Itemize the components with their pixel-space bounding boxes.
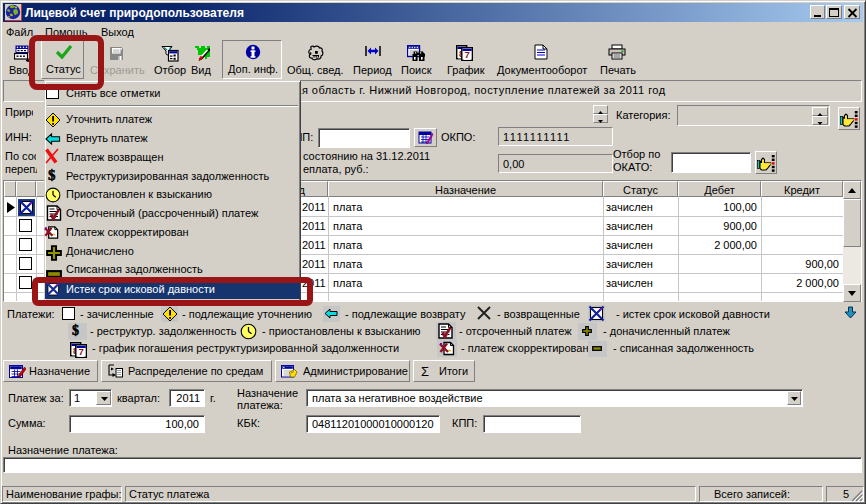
svg-text:7: 7 <box>79 346 84 357</box>
svg-text:7: 7 <box>465 49 470 60</box>
